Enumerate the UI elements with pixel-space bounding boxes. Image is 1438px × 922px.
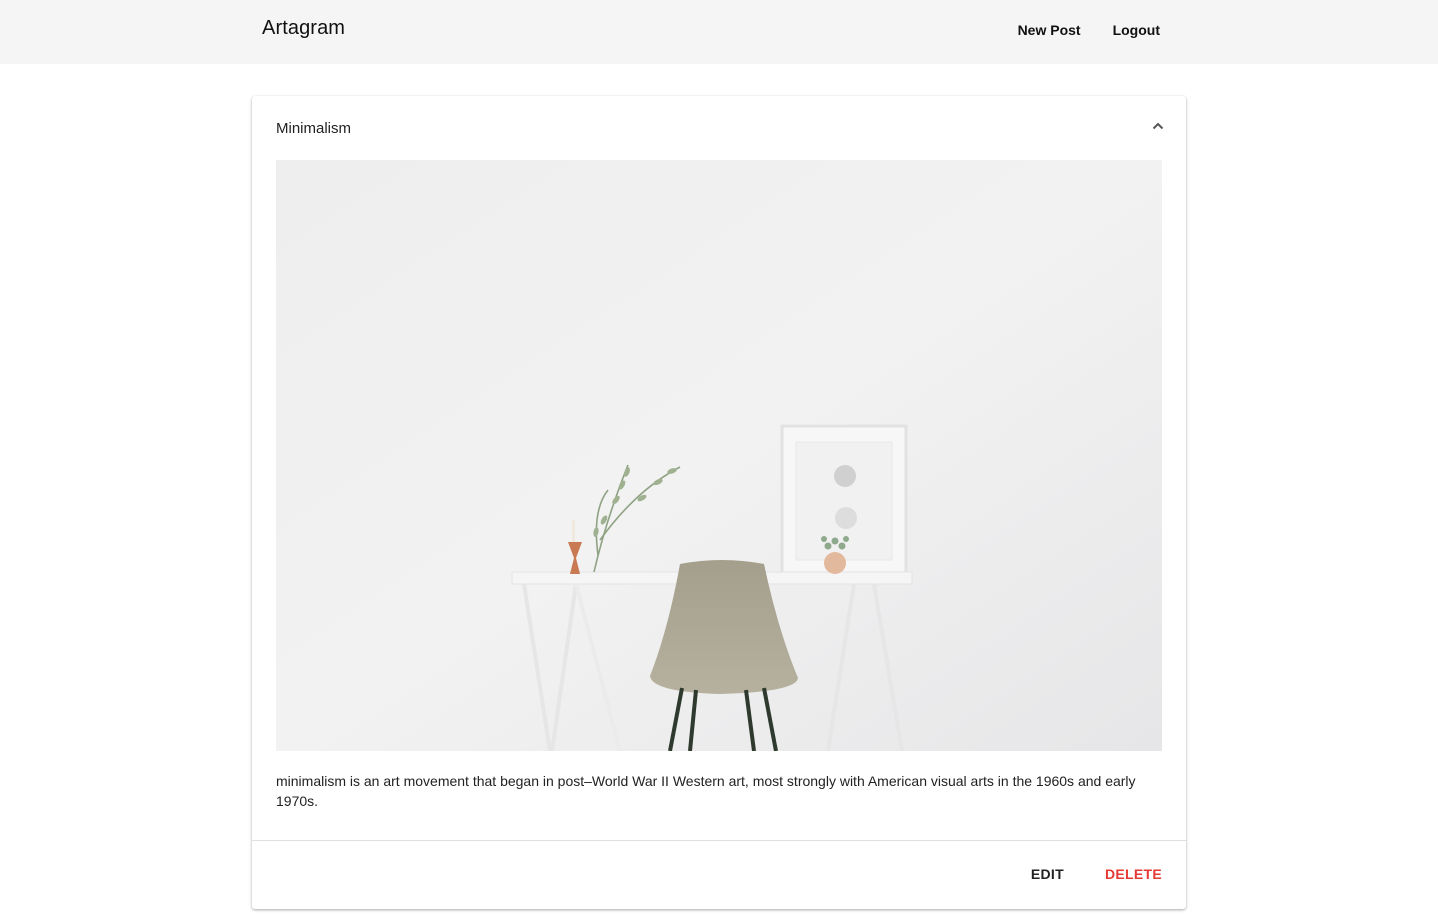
edit-button[interactable]: EDIT [1031, 866, 1064, 882]
chevron-up-icon[interactable] [1146, 114, 1170, 138]
post-card-header[interactable]: Minimalism [252, 96, 1186, 160]
new-post-link[interactable]: New Post [1018, 22, 1081, 38]
logout-link[interactable]: Logout [1113, 22, 1160, 38]
post-card: Minimalism minimalism is an art movement… [252, 96, 1186, 909]
post-title: Minimalism [276, 120, 351, 137]
top-nav: New Post Logout [1018, 22, 1160, 38]
app-title[interactable]: Artagram [262, 17, 345, 40]
post-image [276, 160, 1162, 751]
top-app-bar: Artagram New Post Logout [0, 0, 1438, 64]
card-divider [252, 840, 1186, 841]
post-description: minimalism is an art movement that began… [276, 773, 1136, 809]
delete-button[interactable]: DELETE [1105, 866, 1162, 882]
card-actions: EDIT DELETE [1031, 866, 1162, 882]
